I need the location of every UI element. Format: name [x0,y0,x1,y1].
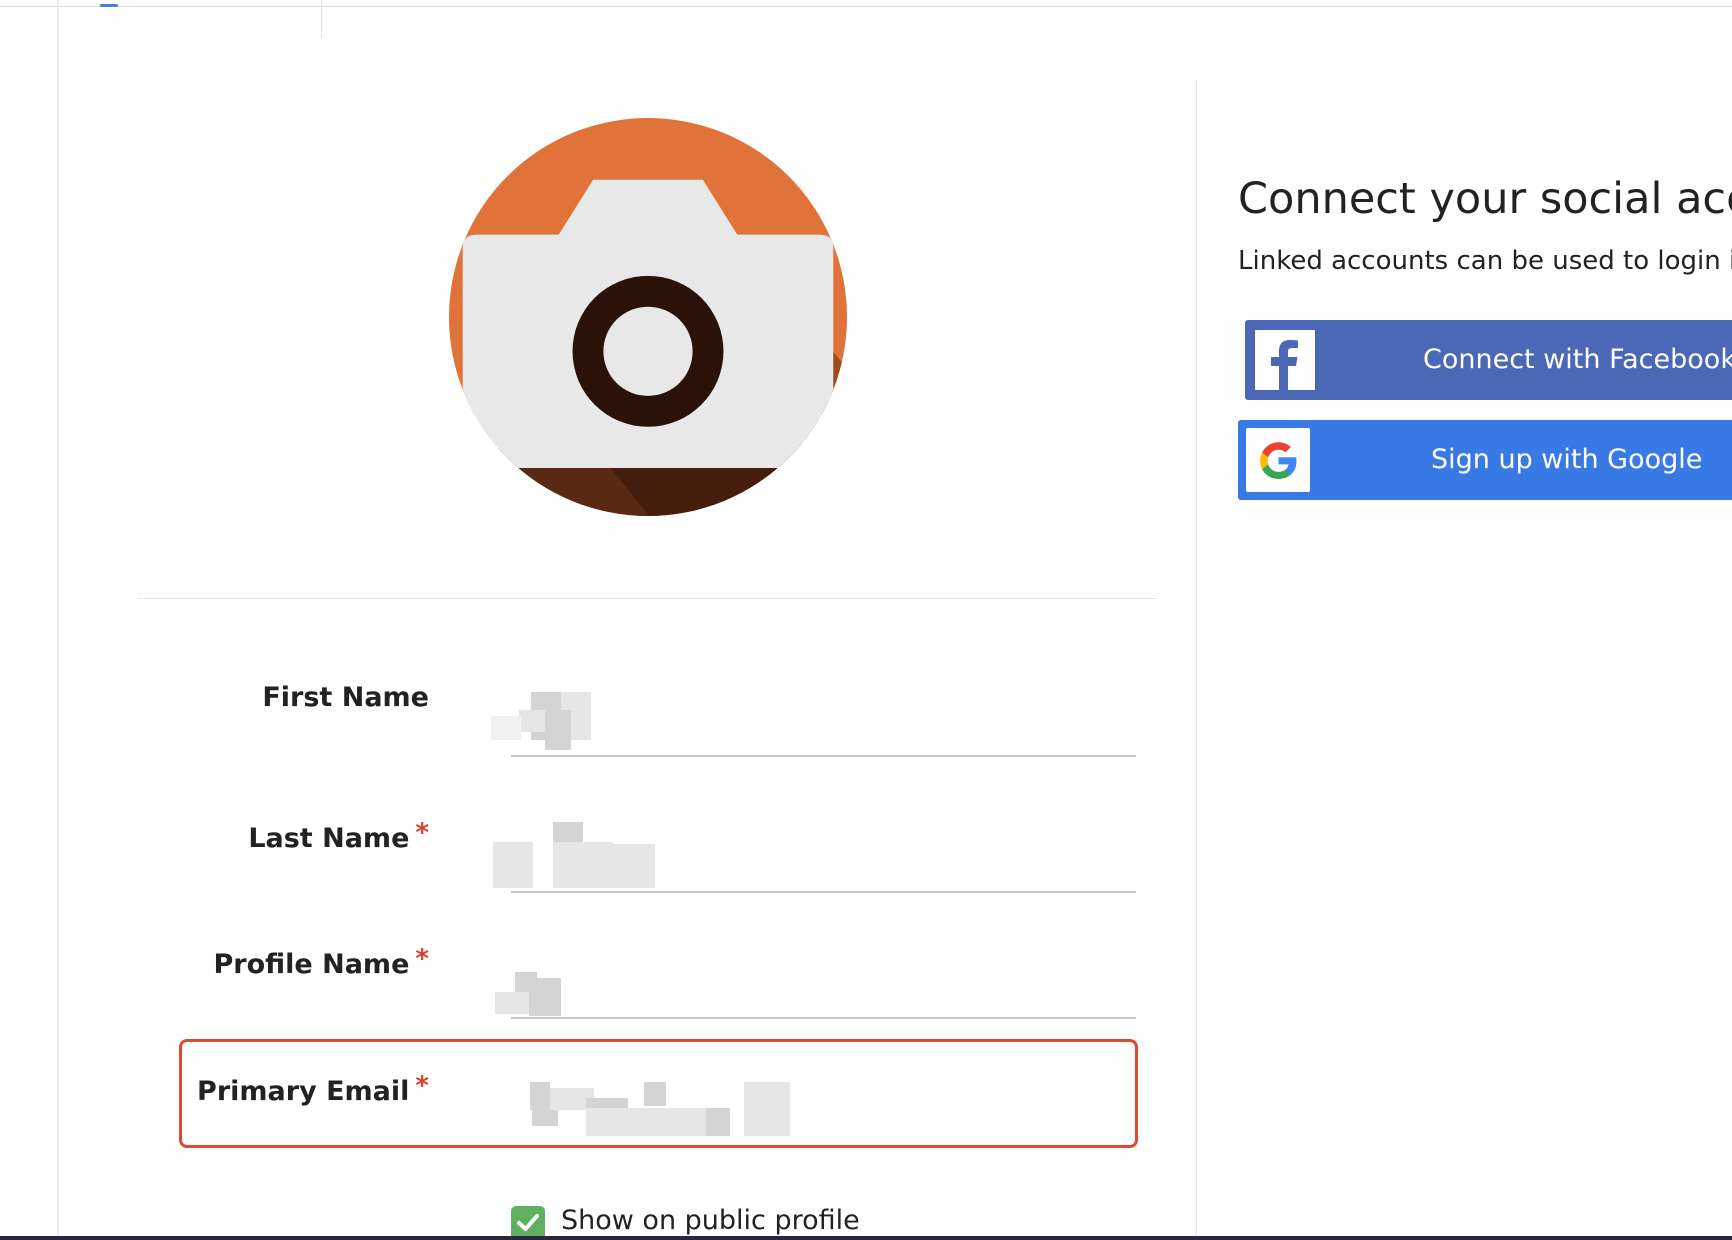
profile-avatar[interactable] [449,118,847,516]
section-divider [138,598,1157,599]
last-name-underline [511,891,1136,893]
last-name-label: Last Name * [248,818,429,854]
required-asterisk: * [415,818,429,848]
active-tab-indicator [100,4,118,7]
primary-email-label: Primary Email * [197,1071,429,1107]
column-divider [1196,80,1197,1240]
google-signup-button[interactable]: Sign up with Google [1238,420,1732,500]
first-name-underline [511,755,1136,757]
page-left-edge [57,0,59,1240]
social-accounts-subtitle: Linked accounts can be used to login in … [1238,246,1732,276]
profile-name-input[interactable] [491,972,571,1036]
profile-name-label: Profile Name * [213,944,429,980]
primary-email-input[interactable] [530,1082,800,1146]
google-icon-box [1246,428,1310,492]
tab-divider [321,0,322,38]
profile-edit-page: First Name Last Name * Profile Name * Prim… [0,0,1732,1240]
facebook-icon [1255,330,1315,390]
camera-icon[interactable] [449,118,847,516]
first-name-input[interactable] [491,692,601,756]
last-name-input[interactable] [491,822,671,888]
show-on-public-profile-label: Show on public profile [561,1205,860,1236]
profile-name-underline [511,1017,1136,1019]
connect-facebook-button[interactable]: Connect with Facebook [1245,320,1732,400]
first-name-label: First Name [262,682,429,713]
required-asterisk: * [415,944,429,974]
google-button-label: Sign up with Google [1431,444,1703,475]
social-accounts-title: Connect your social accou [1238,174,1732,224]
facebook-icon-box [1255,330,1315,390]
checkmark-icon [517,1214,539,1231]
window-bottom-edge [0,1236,1732,1240]
google-icon [1260,442,1297,479]
facebook-button-label: Connect with Facebook [1423,344,1732,375]
required-asterisk: * [415,1071,429,1101]
show-on-public-profile-checkbox[interactable] [511,1206,545,1240]
tab-strip-border [0,6,1732,7]
